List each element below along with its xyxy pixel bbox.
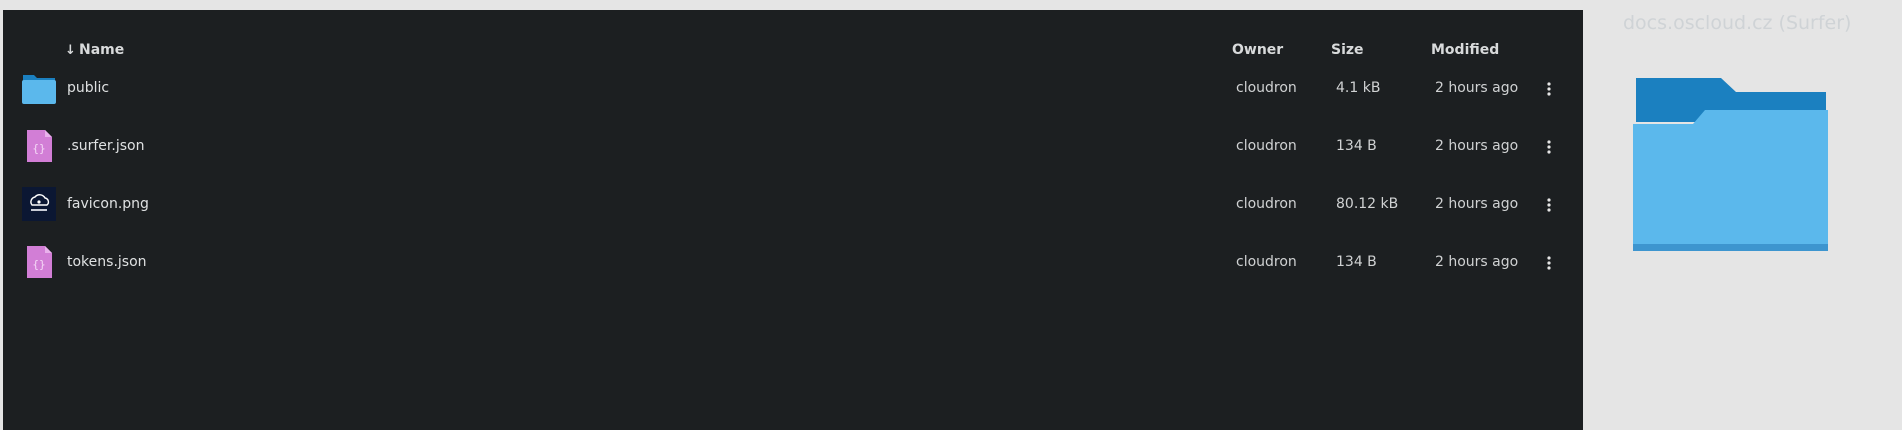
top-strip: [0, 0, 1902, 10]
column-header-size[interactable]: Size: [1331, 42, 1364, 58]
image-file-icon: [22, 186, 56, 222]
column-header-name-label: Name: [79, 42, 125, 58]
file-name[interactable]: favicon.png: [67, 196, 149, 212]
file-size: 134 B: [1336, 138, 1377, 154]
file-row[interactable]: favicon.png cloudron 80.12 kB 2 hours ag…: [3, 176, 1583, 234]
file-name[interactable]: public: [67, 80, 109, 96]
file-name[interactable]: .surfer.json: [67, 138, 144, 154]
file-modified: 2 hours ago: [1435, 138, 1519, 154]
file-list-pane: ↓ Name Owner Size Modified public cloudro…: [3, 10, 1583, 430]
preview-title: docs.oscloud.cz (Surfer): [1623, 12, 1852, 34]
file-modified: 2 hours ago: [1435, 254, 1519, 270]
preview-pane: docs.oscloud.cz (Surfer): [1583, 10, 1902, 430]
file-owner: cloudron: [1236, 254, 1297, 270]
sort-down-icon: ↓: [65, 43, 76, 58]
more-options-icon[interactable]: [1539, 77, 1559, 101]
folder-icon: [1631, 76, 1831, 264]
json-file-icon: {}: [22, 244, 56, 280]
file-owner: cloudron: [1236, 80, 1297, 96]
json-file-icon: {}: [22, 128, 56, 164]
file-row[interactable]: {} .surfer.json cloudron 134 B 2 hours a…: [3, 118, 1583, 176]
svg-text:{}: {}: [32, 258, 45, 271]
file-size: 80.12 kB: [1336, 196, 1399, 212]
file-row[interactable]: {} tokens.json cloudron 134 B 2 hours ag…: [3, 234, 1583, 292]
file-modified: 2 hours ago: [1435, 196, 1519, 212]
folder-icon: [22, 70, 56, 106]
more-options-icon[interactable]: [1539, 251, 1559, 275]
svg-text:{}: {}: [32, 142, 45, 155]
column-header-name[interactable]: ↓ Name: [65, 42, 124, 58]
file-modified: 2 hours ago: [1435, 80, 1519, 96]
column-header-modified[interactable]: Modified: [1431, 42, 1499, 58]
file-owner: cloudron: [1236, 196, 1297, 212]
more-options-icon[interactable]: [1539, 193, 1559, 217]
file-size: 4.1 kB: [1336, 80, 1381, 96]
file-name[interactable]: tokens.json: [67, 254, 147, 270]
column-header-owner[interactable]: Owner: [1232, 42, 1283, 58]
file-size: 134 B: [1336, 254, 1377, 270]
file-row[interactable]: public cloudron 4.1 kB 2 hours ago: [3, 60, 1583, 118]
file-owner: cloudron: [1236, 138, 1297, 154]
more-options-icon[interactable]: [1539, 135, 1559, 159]
